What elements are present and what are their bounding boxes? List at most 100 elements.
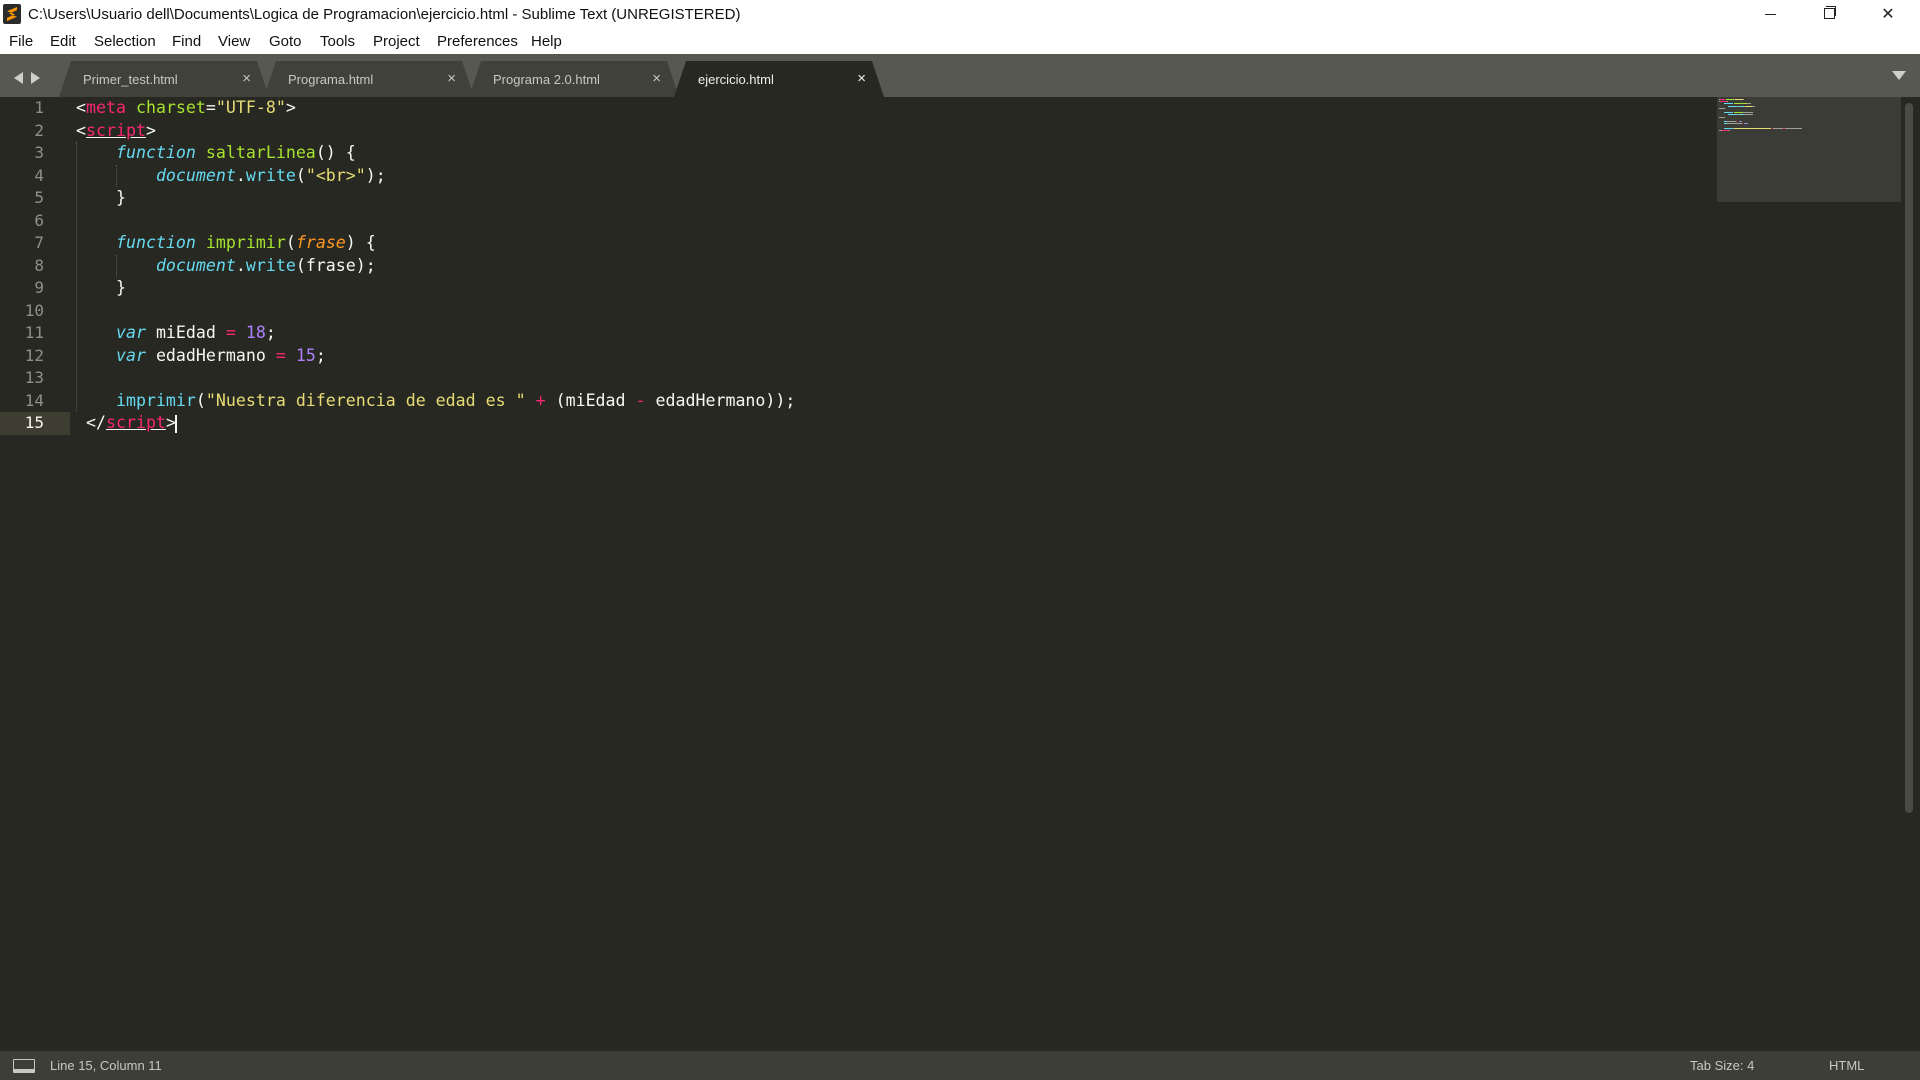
- code-token: (frase);: [295, 255, 376, 275]
- chevron-right-icon[interactable]: [31, 72, 40, 84]
- menu-project[interactable]: Project: [373, 33, 420, 50]
- code-line[interactable]: document.write(frase);: [76, 255, 376, 278]
- line-number: 4: [34, 165, 44, 185]
- code-line[interactable]: imprimir("Nuestra diferencia de edad es …: [76, 390, 795, 413]
- line-number: 10: [24, 300, 44, 320]
- code-line[interactable]: }: [76, 187, 126, 210]
- minimap-segment: [1723, 112, 1733, 114]
- syntax-mode[interactable]: HTML: [1829, 1058, 1864, 1073]
- code-line[interactable]: var miEdad = 18;: [76, 322, 276, 345]
- menu-help[interactable]: Help: [531, 33, 562, 50]
- minimap-segment: [1722, 129, 1730, 131]
- minimap-segment: [1744, 114, 1754, 116]
- line-number: 8: [34, 255, 44, 275]
- chevron-down-icon[interactable]: [1892, 71, 1906, 80]
- vertical-scrollbar[interactable]: [1905, 103, 1913, 813]
- code-token: edadHermano));: [645, 390, 796, 410]
- menu-goto[interactable]: Goto: [269, 33, 302, 50]
- menu-file[interactable]: File: [9, 33, 33, 50]
- chevron-left-icon[interactable]: [14, 72, 23, 84]
- close-icon[interactable]: ×: [857, 70, 866, 87]
- code-line[interactable]: document.write("<br>");: [76, 165, 386, 188]
- minimize-icon[interactable]: [1740, 0, 1800, 29]
- code-line[interactable]: function saltarLinea() {: [76, 142, 356, 165]
- minimap-segment: [1727, 123, 1742, 125]
- code-token: =: [275, 345, 286, 365]
- close-icon[interactable]: ×: [447, 70, 456, 87]
- minimap-segment: [1728, 114, 1738, 116]
- code-line[interactable]: function imprimir(frase) {: [76, 232, 376, 255]
- code-token: (: [295, 165, 306, 185]
- minimap-segment: [1743, 99, 1745, 100]
- minimap-segment: [1746, 123, 1748, 125]
- code-token: 18: [245, 323, 266, 342]
- minimap-segment: [1750, 112, 1754, 114]
- minimap-segment: [1733, 127, 1771, 129]
- minimap-segment: [1719, 107, 1725, 109]
- tab-label: Programa 2.0.html: [493, 72, 600, 87]
- tab-ejercicio[interactable]: ejercicio.html ×: [674, 61, 884, 97]
- maximize-icon[interactable]: [1799, 0, 1859, 29]
- code-token: saltarLinea: [205, 143, 316, 162]
- minimap-segment: [1720, 101, 1728, 103]
- code-line[interactable]: <script>: [76, 120, 156, 143]
- menu-preferences[interactable]: Preferences: [437, 33, 518, 50]
- minimap-segment: [1740, 121, 1742, 122]
- tab-programa[interactable]: Programa.html ×: [264, 61, 474, 97]
- close-icon[interactable]: ✕: [1858, 0, 1918, 29]
- code-token: () {: [315, 143, 356, 162]
- menu-tools[interactable]: Tools: [320, 33, 355, 50]
- minimap-segment: [1720, 99, 1725, 100]
- menu-selection[interactable]: Selection: [94, 33, 156, 50]
- minimap-segment: [1727, 101, 1729, 103]
- code-token: write: [245, 255, 296, 275]
- line-number: 2: [34, 120, 44, 140]
- line-number: 5: [34, 188, 44, 207]
- tab-size[interactable]: Tab Size: 4: [1690, 1058, 1754, 1073]
- code-token: 15: [295, 345, 316, 365]
- panel-toggle-icon[interactable]: [13, 1059, 35, 1073]
- menu-find[interactable]: Find: [172, 33, 201, 50]
- code-token: var: [115, 345, 146, 365]
- menu-edit[interactable]: Edit: [50, 33, 76, 50]
- cursor-position[interactable]: Line 15, Column 11: [50, 1058, 162, 1073]
- editor-area[interactable]: 1 2 3 4 5 6 7 8 9 10 11 12 13 14 15 <meta charset="UTF…: [0, 97, 1920, 1051]
- code-line[interactable]: }: [76, 277, 126, 300]
- code-token: =: [225, 323, 236, 342]
- minimap[interactable]: [1717, 97, 1901, 202]
- minimap-segment: [1736, 121, 1738, 122]
- tab-label: Programa.html: [288, 72, 374, 87]
- code-token: (: [195, 390, 206, 410]
- code-token: function: [115, 233, 196, 252]
- code-token: }: [76, 188, 126, 207]
- code-token: +: [535, 390, 546, 410]
- tab-primer-test[interactable]: Primer_test.html ×: [59, 61, 269, 97]
- code-token: (miEdad: [545, 390, 636, 410]
- close-icon[interactable]: ×: [652, 70, 661, 87]
- code-token: frase: [295, 233, 346, 252]
- code-token: =: [205, 98, 216, 117]
- menu-view[interactable]: View: [218, 33, 250, 50]
- minimap-segment: [1773, 127, 1784, 129]
- code-token: ) {: [345, 233, 376, 252]
- line-number: 6: [34, 210, 44, 230]
- code-token: ;: [315, 345, 326, 365]
- code-line[interactable]: </script>: [76, 412, 177, 435]
- minimap-segment: [1735, 99, 1744, 100]
- code-token: write: [245, 165, 296, 185]
- code-token: <: [76, 98, 86, 117]
- code-token: function: [115, 143, 196, 162]
- tab-programa-2[interactable]: Programa 2.0.html ×: [469, 61, 679, 97]
- close-icon[interactable]: ×: [242, 70, 251, 87]
- minimap-segment: [1733, 112, 1744, 114]
- code-token: edadHermano: [145, 345, 276, 365]
- code-line[interactable]: <meta charset="UTF-8">: [76, 97, 296, 120]
- tab-bar: Primer_test.html × Programa.html × Progr…: [0, 54, 1920, 97]
- minimap-segment: [1784, 127, 1802, 129]
- code-token: charset: [135, 98, 206, 117]
- code-line[interactable]: var edadHermano = 15;: [76, 345, 326, 368]
